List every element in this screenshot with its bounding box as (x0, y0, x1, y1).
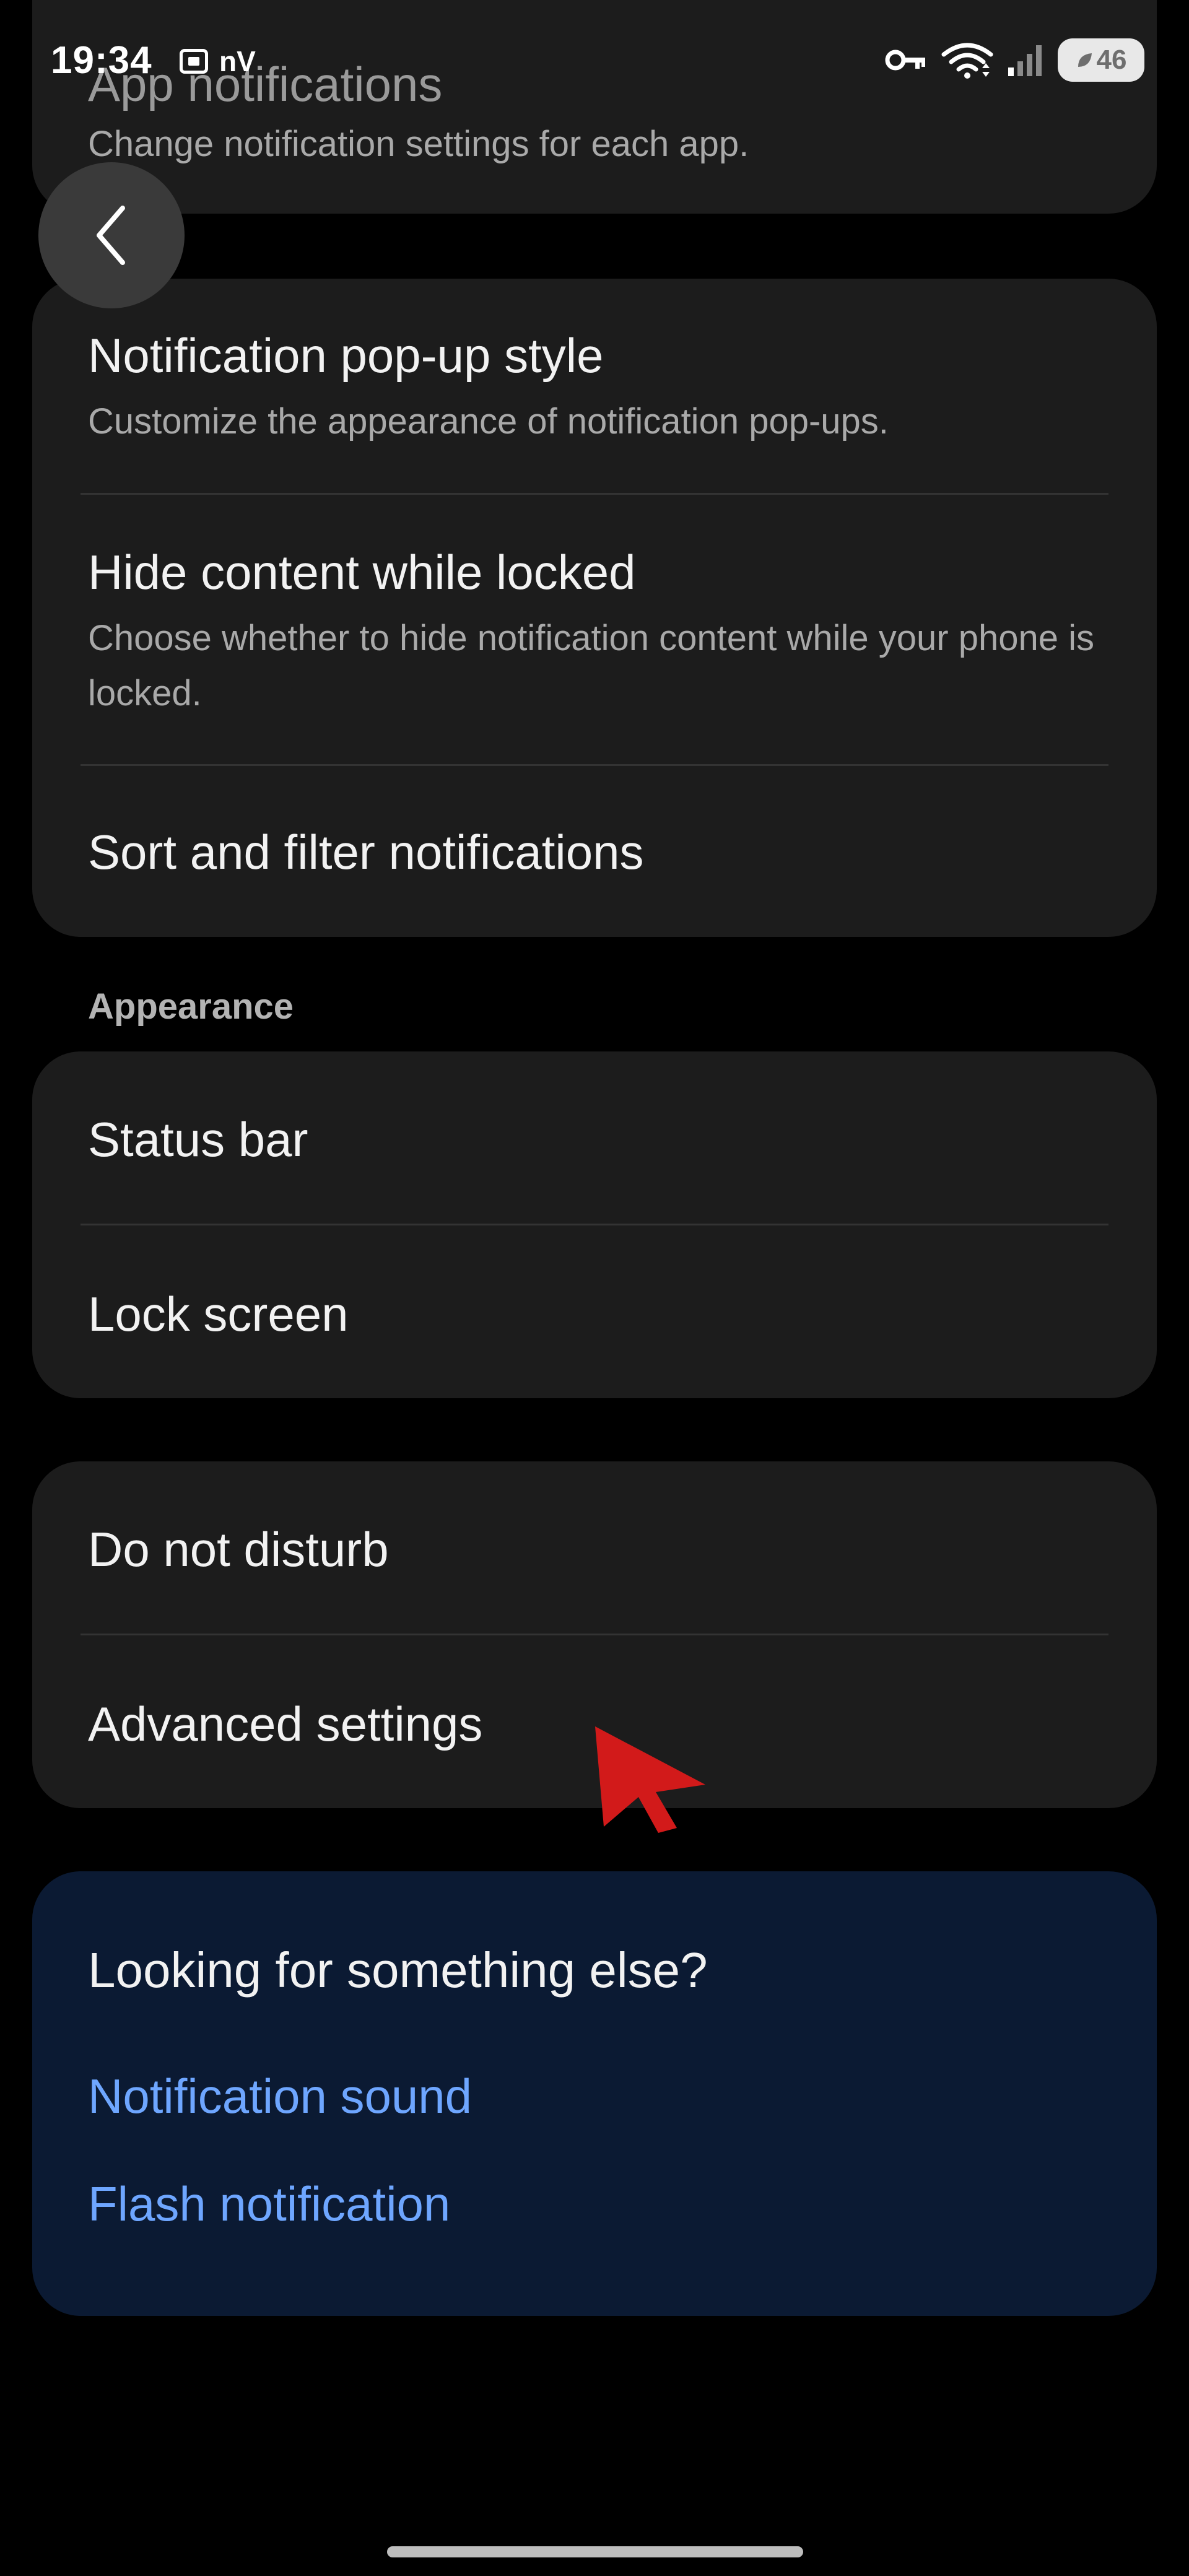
item-subtitle: Customize the appearance of notification… (88, 401, 889, 442)
item-title: Lock screen (88, 1287, 349, 1341)
divider (81, 1224, 1108, 1225)
home-indicator[interactable] (387, 2546, 803, 2557)
list-item-hide-content[interactable]: Hide content while locked Choose whether… (88, 544, 1101, 721)
link-notification-sound[interactable]: Notification sound (88, 2068, 472, 2125)
chevron-left-icon (97, 206, 125, 265)
screenshot-icon (180, 49, 208, 74)
battery-level: 46 (1096, 45, 1127, 75)
status-left-icons: nV (180, 45, 256, 78)
item-title: Do not disturb (88, 1522, 389, 1577)
list-item-status-bar[interactable]: Status bar (88, 1111, 1101, 1169)
list-item-lock-screen[interactable]: Lock screen (88, 1286, 1101, 1344)
item-title: Sort and filter notifications (88, 825, 644, 879)
key-icon (885, 50, 925, 71)
notification-options-card: Notification pop-up style Customize the … (32, 279, 1157, 937)
suggestions-title: Looking for something else? (88, 1943, 708, 1998)
status-bar: 19:34 nV 46 (0, 0, 1189, 130)
item-title: Hide content while locked (88, 545, 636, 599)
pointer-cursor-icon (595, 1726, 705, 1833)
divider (81, 764, 1108, 766)
back-button[interactable] (38, 162, 185, 308)
battery-indicator: 46 (1058, 38, 1144, 82)
signal-icon (1008, 45, 1042, 76)
status-time: 19:34 (51, 39, 152, 82)
list-item-do-not-disturb[interactable]: Do not disturb (88, 1521, 1101, 1579)
status-right-icons: 46 (884, 38, 1144, 82)
appearance-card: Status bar Lock screen (32, 1051, 1157, 1398)
list-item-sort-filter[interactable]: Sort and filter notifications (88, 824, 1101, 882)
section-label-appearance: Appearance (88, 986, 294, 1027)
divider (81, 1634, 1108, 1635)
link-flash-notification[interactable]: Flash notification (88, 2176, 450, 2232)
battery-saver-icon (1078, 53, 1092, 67)
item-title: Notification pop-up style (88, 328, 604, 383)
divider (81, 493, 1108, 495)
suggestions-card: Looking for something else? Notification… (32, 1871, 1157, 2316)
list-item-popup-style[interactable]: Notification pop-up style Customize the … (88, 327, 1101, 449)
item-subtitle: Choose whether to hide notification cont… (88, 617, 1095, 714)
item-title: Status bar (88, 1112, 308, 1167)
nv-indicator: nV (219, 45, 256, 77)
wifi-icon (941, 43, 993, 79)
